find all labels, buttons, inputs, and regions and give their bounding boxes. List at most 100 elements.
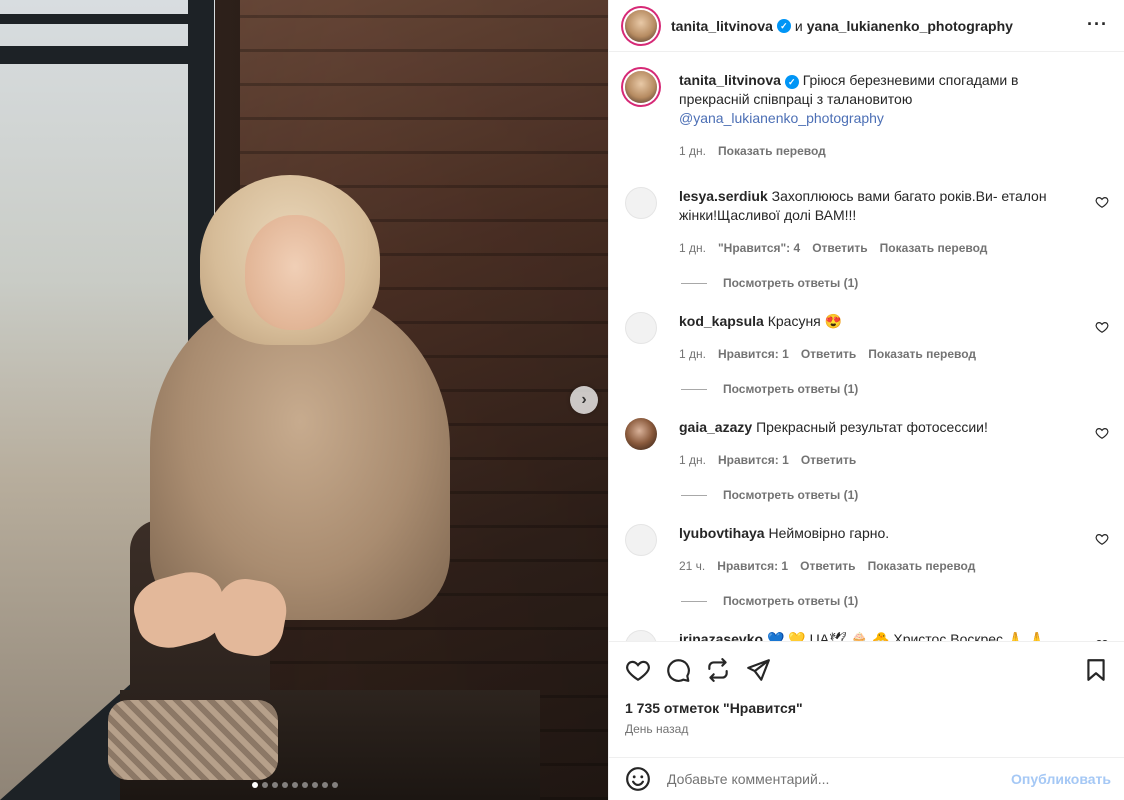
heart-icon[interactable] (625, 657, 651, 683)
comment-bubble-icon[interactable] (665, 657, 691, 683)
coauthor-username[interactable]: yana_lukianenko_photography (807, 18, 1013, 34)
post-photo[interactable]: › (0, 0, 608, 800)
comment-username[interactable]: lesya.serdiuk (679, 188, 768, 204)
comment-item: lyubovtihaya Неймовірно гарно. 21 ч. Нра… (625, 524, 1109, 576)
and-text: и (794, 17, 803, 34)
show-translation-link[interactable]: Показать перевод (868, 557, 976, 576)
carousel-dot (332, 782, 338, 788)
show-translation-link[interactable]: Показать перевод (718, 142, 826, 161)
repost-icon[interactable] (705, 657, 731, 683)
person-socks (108, 700, 278, 780)
comment-meta: 1 дн. "Нравится": 4 Ответить Показать пе… (679, 239, 1069, 258)
post-caption: tanita_litvinova ✓ Гріюся березневими сп… (625, 53, 1109, 161)
author-username[interactable]: tanita_litvinova (671, 18, 773, 34)
caption-username[interactable]: tanita_litvinova (679, 72, 781, 88)
comment-likes[interactable]: Нравится: 1 (718, 451, 789, 470)
view-replies-button[interactable]: Посмотреть ответы (1) (681, 594, 1109, 608)
post-header: tanita_litvinova ✓ и yana_lukianenko_pho… (609, 0, 1124, 52)
commenter-avatar[interactable] (625, 187, 657, 219)
replies-divider (681, 282, 707, 284)
view-replies-label: Посмотреть ответы (1) (723, 382, 859, 396)
view-replies-button[interactable]: Посмотреть ответы (1) (681, 276, 1109, 290)
comment-text: 💙 💛 UA🕊 🧁 🐣 Христос Воскрес 🙏 🙏 (766, 631, 1046, 641)
carousel-dot (312, 782, 318, 788)
comment-reply-button[interactable]: Ответить (801, 345, 856, 364)
view-replies-label: Посмотреть ответы (1) (723, 594, 859, 608)
verified-badge-icon: ✓ (776, 18, 791, 33)
caption-time[interactable]: 1 дн. (679, 142, 706, 161)
verified-badge-icon: ✓ (784, 75, 799, 89)
comment-likes[interactable]: Нравится: 1 (718, 345, 789, 364)
heart-icon[interactable] (1095, 532, 1109, 546)
publish-button[interactable]: Опубликовать (1011, 771, 1111, 787)
show-translation-link[interactable]: Показать перевод (880, 239, 988, 258)
comment-time[interactable]: 1 дн. (679, 451, 706, 470)
caption-meta: 1 дн. Показать перевод (679, 142, 1059, 161)
comment-text: Прекрасный результат фотосессии! (756, 419, 988, 435)
commenter-avatar[interactable] (625, 312, 657, 344)
comment-item: irinazasevko 💙 💛 UA🕊 🧁 🐣 Христос Воскрес… (625, 630, 1109, 641)
comment-username[interactable]: kod_kapsula (679, 313, 764, 329)
carousel-dots (252, 782, 338, 788)
add-comment-bar: Опубликовать (609, 757, 1124, 800)
comment-reply-button[interactable]: Ответить (800, 557, 855, 576)
likes-count[interactable]: 1 735 отметок "Нравится" (625, 700, 1109, 716)
comment-time[interactable]: 21 ч. (679, 557, 705, 576)
carousel-dot (292, 782, 298, 788)
carousel-dot (272, 782, 278, 788)
heart-icon[interactable] (1095, 195, 1109, 209)
comment-text: Красуня 😍 (767, 313, 843, 329)
comment-time[interactable]: 1 дн. (679, 239, 706, 258)
send-icon[interactable] (745, 657, 771, 683)
bookmark-icon[interactable] (1083, 657, 1109, 683)
comment-username[interactable]: irinazasevko (679, 631, 763, 641)
comment-username[interactable]: gaia_azazy (679, 419, 752, 435)
comment-likes[interactable]: Нравится: 1 (717, 557, 788, 576)
commenter-avatar[interactable] (625, 418, 657, 450)
post-detail-panel: tanita_litvinova ✓ и yana_lukianenko_pho… (608, 0, 1124, 800)
comment-item: kod_kapsula Красуня 😍 1 дн. Нравится: 1 … (625, 312, 1109, 364)
carousel-dot (262, 782, 268, 788)
view-replies-button[interactable]: Посмотреть ответы (1) (681, 382, 1109, 396)
carousel-dot (252, 782, 258, 788)
caption-avatar[interactable] (625, 71, 657, 103)
post-actions: 1 735 отметок "Нравится" День назад (609, 641, 1124, 757)
posted-ago[interactable]: День назад (625, 722, 1109, 736)
comment-reply-button[interactable]: Ответить (812, 239, 867, 258)
person-face (245, 215, 345, 330)
carousel-dot (322, 782, 328, 788)
carousel-dot (282, 782, 288, 788)
smiley-icon[interactable] (625, 766, 651, 792)
view-replies-label: Посмотреть ответы (1) (723, 276, 859, 290)
post-authors: tanita_litvinova ✓ и yana_lukianenko_pho… (671, 18, 1013, 34)
comment-meta: 1 дн. Нравится: 1 Ответить Показать пере… (679, 345, 1069, 364)
view-replies-button[interactable]: Посмотреть ответы (1) (681, 488, 1109, 502)
comments-list[interactable]: tanita_litvinova ✓ Гріюся березневими сп… (609, 53, 1124, 641)
show-translation-link[interactable]: Показать перевод (868, 345, 976, 364)
commenter-avatar[interactable] (625, 524, 657, 556)
carousel-dot (302, 782, 308, 788)
comment-time[interactable]: 1 дн. (679, 345, 706, 364)
carousel-next-button[interactable]: › (570, 386, 598, 414)
comment-reply-button[interactable]: Ответить (801, 451, 856, 470)
replies-divider (681, 388, 707, 390)
comment-text: Неймовірно гарно. (768, 525, 890, 541)
heart-icon[interactable] (1095, 426, 1109, 440)
comment-item: lesya.serdiuk Захоплююсь вами багато рок… (625, 187, 1109, 258)
view-replies-label: Посмотреть ответы (1) (723, 488, 859, 502)
comment-item: gaia_azazy Прекрасный результат фотосесс… (625, 418, 1109, 470)
heart-icon[interactable] (1095, 320, 1109, 334)
author-avatar[interactable] (625, 9, 657, 42)
ellipsis-icon[interactable]: ··· (1087, 14, 1108, 35)
replies-divider (681, 600, 707, 602)
window-frame (0, 46, 210, 64)
comment-username[interactable]: lyubovtihaya (679, 525, 765, 541)
commenter-avatar[interactable] (625, 630, 657, 641)
chevron-right-icon: › (581, 391, 587, 408)
caption-mention-link[interactable]: @yana_lukianenko_photography (679, 110, 884, 126)
comment-likes[interactable]: "Нравится": 4 (718, 239, 800, 258)
action-bar (625, 642, 1109, 698)
comment-meta: 21 ч. Нравится: 1 Ответить Показать пере… (679, 557, 1069, 576)
window-frame (0, 14, 210, 24)
comment-input[interactable] (667, 771, 1012, 787)
